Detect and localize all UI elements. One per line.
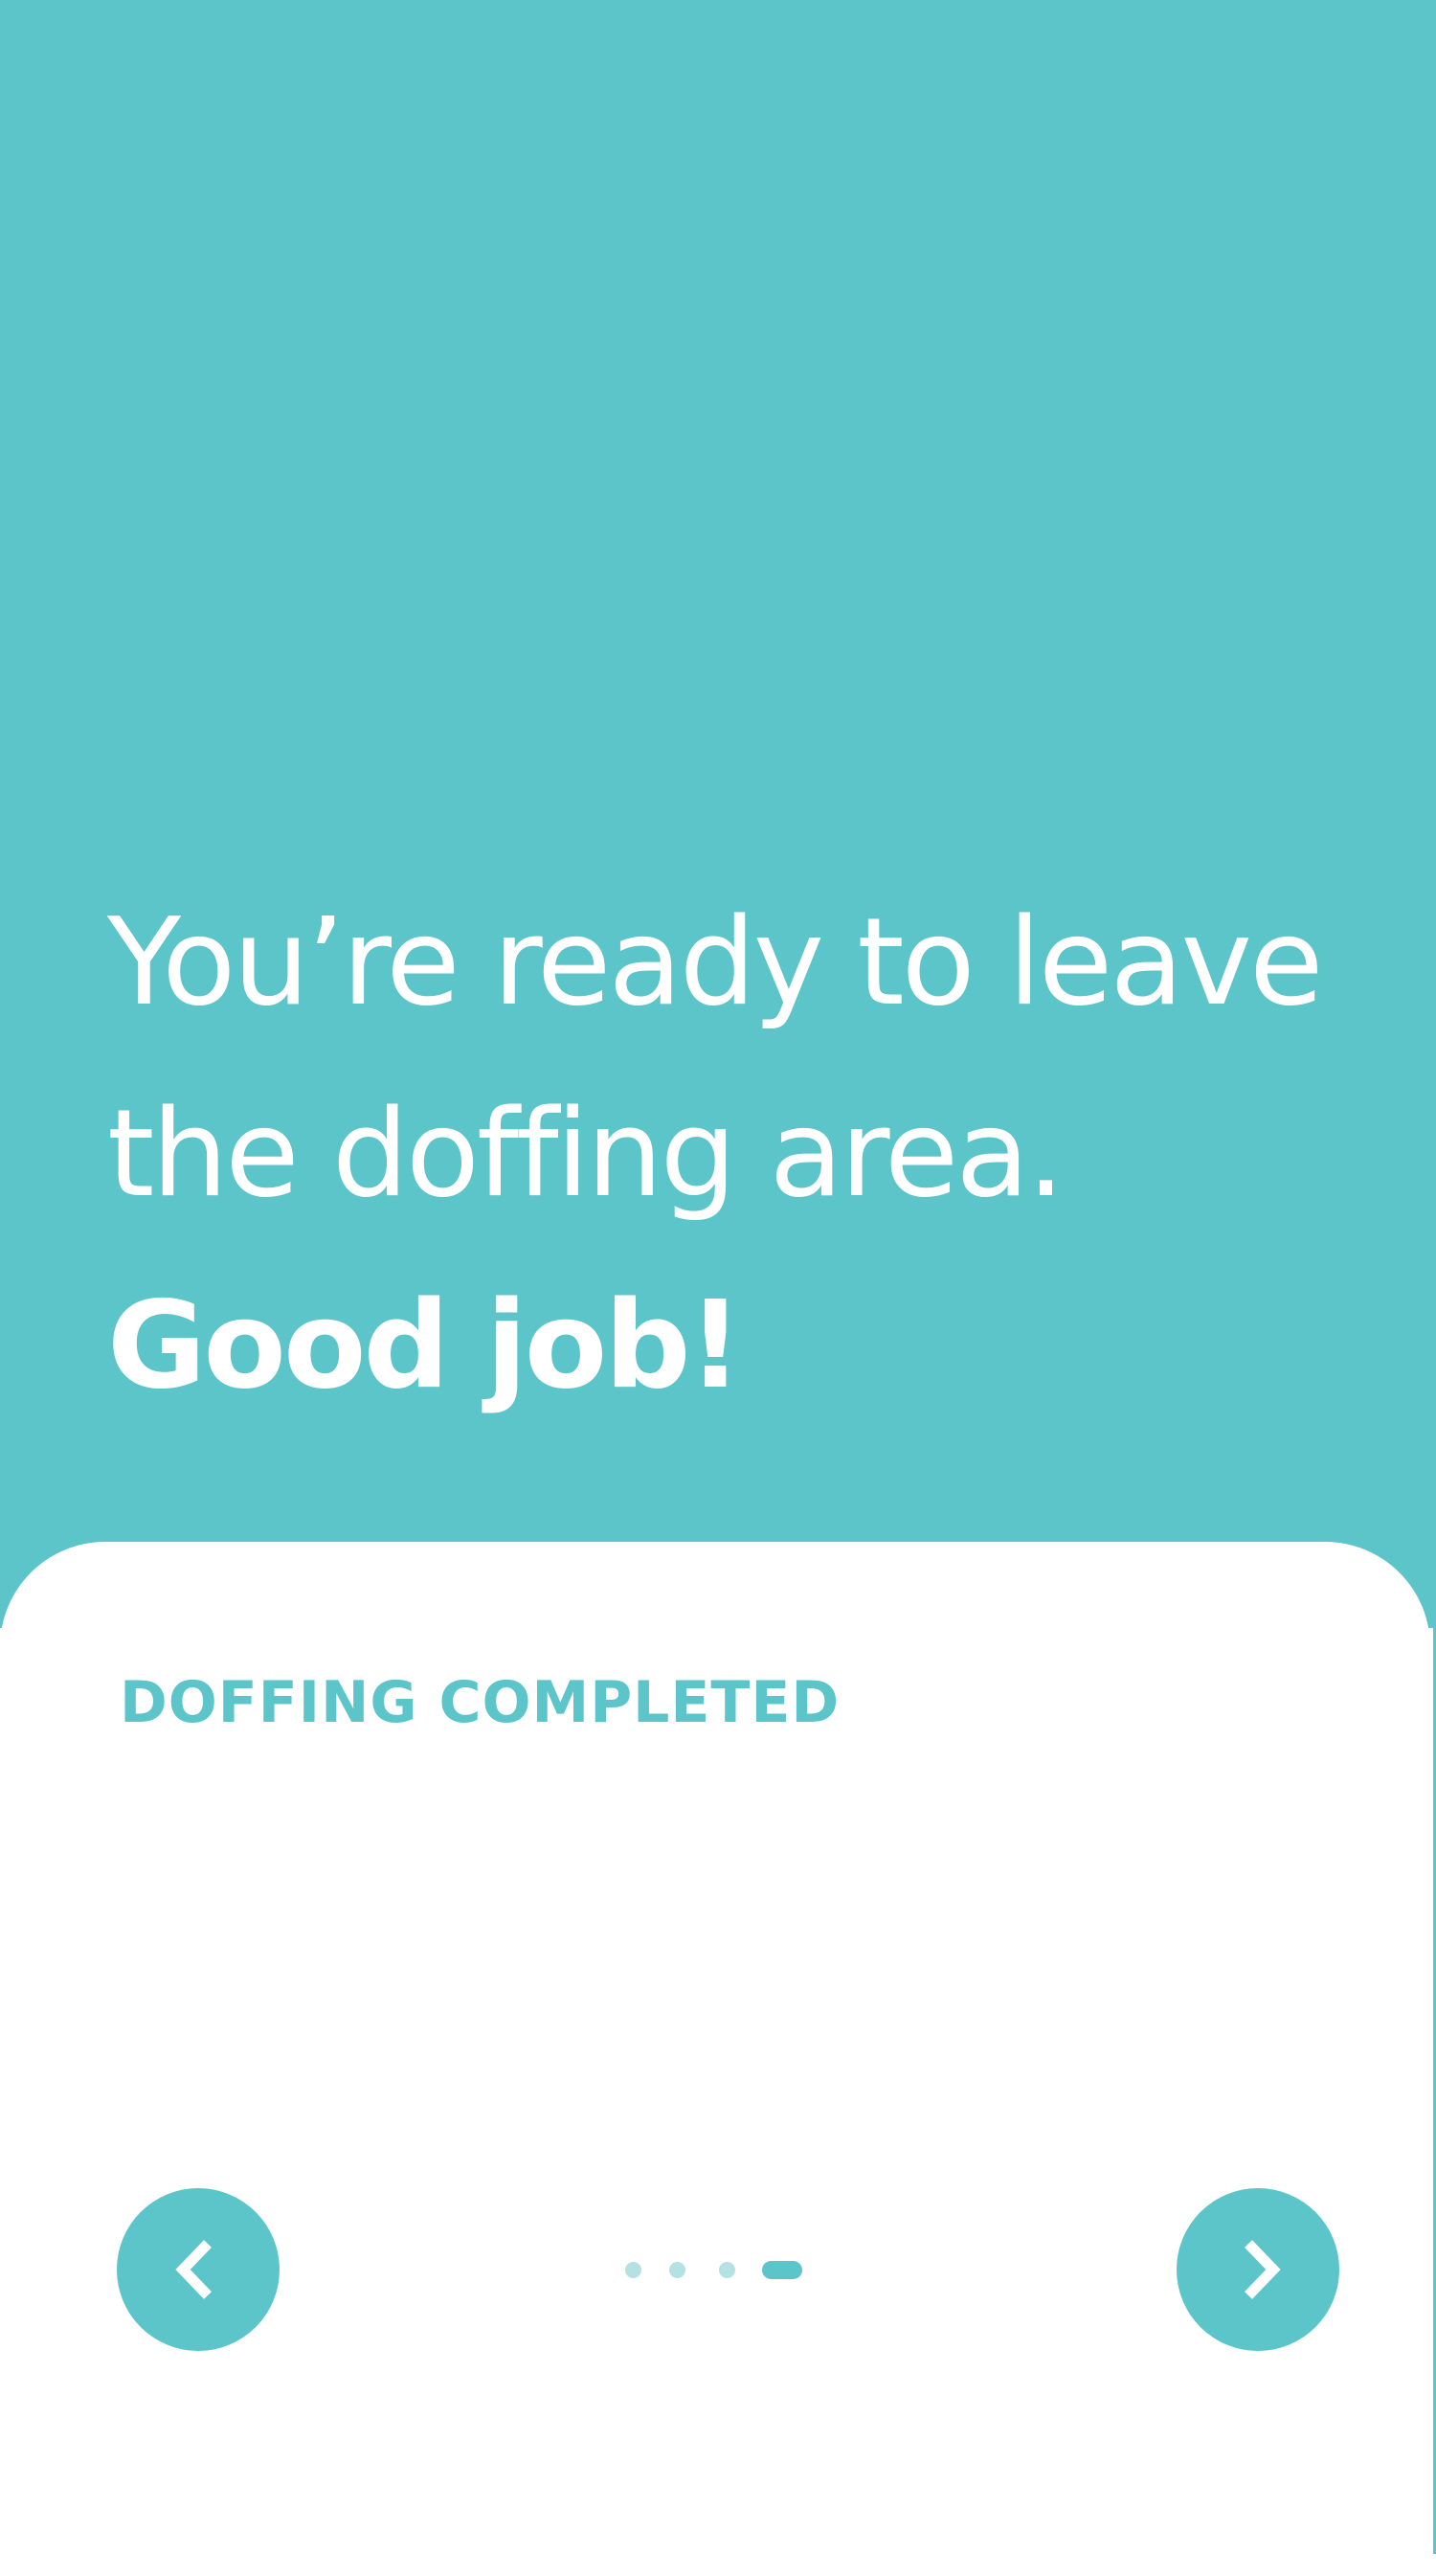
page-dot-3 — [719, 2261, 735, 2278]
chevron-right-icon — [1245, 2240, 1281, 2299]
previous-button[interactable] — [117, 2188, 280, 2351]
page-dot-2 — [669, 2261, 685, 2278]
chevron-left-icon — [175, 2240, 212, 2299]
status-label: DOFFING COMPLETED — [120, 1669, 841, 1736]
page-indicator — [613, 2258, 802, 2281]
completion-message: You’re ready to leave the doffing area. … — [107, 867, 1390, 1441]
message-line-1: You’re ready to leave — [107, 892, 1324, 1032]
next-button[interactable] — [1177, 2188, 1339, 2351]
message-line-3: Good job! — [107, 1275, 743, 1415]
message-line-2: the doffing area. — [107, 1083, 1066, 1224]
page-dot-4-active — [762, 2260, 802, 2279]
page-dot-1 — [625, 2261, 641, 2278]
